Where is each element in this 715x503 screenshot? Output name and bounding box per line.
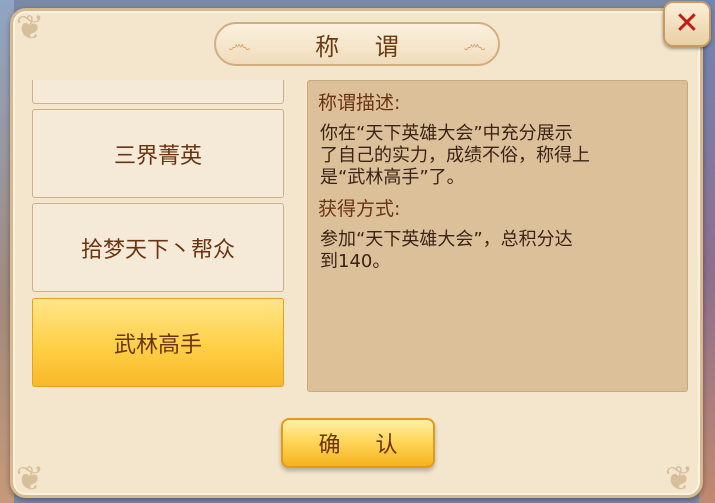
list-item-label: 拾梦天下丶帮众 xyxy=(80,237,235,263)
corner-ornament-top-left: ❦ xyxy=(15,8,45,48)
swirl-ornament-left-icon: ෴ xyxy=(228,30,251,58)
list-item-label: 三界菁英 xyxy=(113,143,202,169)
corner-ornament-bottom-right: ❦ xyxy=(664,459,694,499)
list-item[interactable]: 三界菁英 xyxy=(32,109,284,198)
dialog-title: 称 谓 xyxy=(315,32,413,61)
description-panel: 称谓描述: 你在“天下英雄大会”中充分展示 了自己的实力，成绩不俗，称得上 是“… xyxy=(307,80,688,392)
close-x-icon: ✕ xyxy=(674,6,700,41)
obtain-method-heading: 获得方式: xyxy=(318,198,401,220)
description-text: 你在“天下英雄大会”中充分展示 了自己的实力，成绩不俗，称得上 是“武林高手”了… xyxy=(320,123,590,188)
title-list[interactable]: 三界菁英 拾梦天下丶帮众 武林高手 xyxy=(32,80,284,390)
dialog-title-plate: ෴ 称 谓 ෴ xyxy=(214,22,500,66)
list-item[interactable] xyxy=(32,80,284,104)
swirl-ornament-right-icon: ෴ xyxy=(463,30,486,58)
description-heading: 称谓描述: xyxy=(318,92,401,114)
close-button[interactable]: ✕ xyxy=(663,1,711,47)
obtain-method-text: 参加“天下英雄大会”，总积分达 到140。 xyxy=(320,229,573,272)
confirm-button-label: 确 认 xyxy=(318,433,412,458)
list-item[interactable]: 拾梦天下丶帮众 xyxy=(32,203,284,292)
corner-ornament-bottom-left: ❦ xyxy=(15,459,45,499)
confirm-button[interactable]: 确 认 xyxy=(281,418,435,468)
list-item-label: 武林高手 xyxy=(113,332,202,358)
list-item-selected[interactable]: 武林高手 xyxy=(32,298,284,387)
